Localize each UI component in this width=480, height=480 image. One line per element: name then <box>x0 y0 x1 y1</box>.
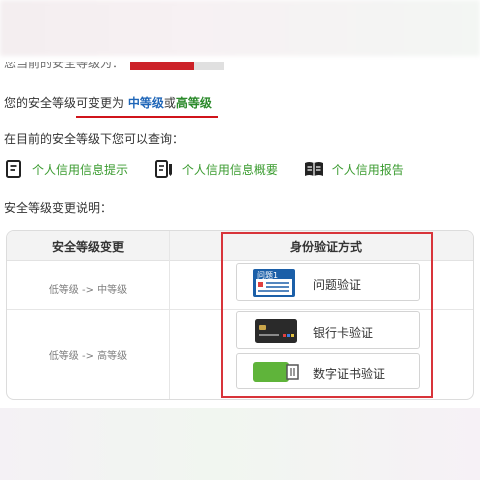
security-change-sentence: 您的安全等级可变更为 中等级或高等级 <box>4 94 212 111</box>
link-credit-tip-label: 个人信用信息提示 <box>32 162 129 177</box>
link-credit-report-label: 个人信用报告 <box>331 162 404 177</box>
current-level-row: 您当前的安全等级为： <box>4 62 304 76</box>
link-credit-summary[interactable]: 个人信用信息概要 <box>154 160 278 178</box>
question-verify-button[interactable]: 问题1 问题验证 <box>236 263 420 301</box>
document-icon <box>6 160 21 178</box>
digital-cert-verify-button[interactable]: 数字证书验证 <box>236 353 420 389</box>
query-links: 个人信用信息提示 个人信用信息概要 个人信用报告 <box>4 160 426 181</box>
question-card-icon: 问题1 <box>253 269 295 297</box>
current-level-bar <box>130 62 224 70</box>
bank-card-verify-button[interactable]: 银行卡验证 <box>236 311 420 349</box>
link-credit-tip[interactable]: 个人信用信息提示 <box>4 160 128 178</box>
header-level-change: 安全等级变更 <box>51 240 124 254</box>
link-credit-summary-label: 个人信用信息概要 <box>181 162 278 177</box>
question-verify-label: 问题验证 <box>313 278 362 292</box>
level-connector: 或 <box>163 96 176 110</box>
change-note-title: 安全等级变更说明： <box>4 201 113 215</box>
usb-key-icon <box>253 362 299 382</box>
table-row-low-to-high: 低等级 -> 高等级 <box>48 351 128 362</box>
query-intro: 在目前的安全等级下您可以查询： <box>4 132 185 146</box>
document-pen-icon <box>154 160 172 178</box>
blurred-footer <box>0 408 480 480</box>
current-level-label: 您当前的安全等级为： <box>4 62 125 70</box>
level-high: 高等级 <box>175 96 212 110</box>
bank-card-verify-label: 银行卡验证 <box>313 326 374 340</box>
blurred-header <box>0 0 480 56</box>
red-underline <box>76 116 218 118</box>
change-highlight: 可变更为 <box>76 96 125 110</box>
question-card-icon-text: 问题1 <box>257 271 278 280</box>
level-mid: 中等级 <box>127 96 164 110</box>
book-icon <box>304 162 323 176</box>
link-credit-report[interactable]: 个人信用报告 <box>304 160 404 178</box>
digital-cert-verify-label: 数字证书验证 <box>313 367 386 381</box>
table-row-low-to-mid: 低等级 -> 中等级 <box>48 285 128 296</box>
column-divider <box>169 231 170 399</box>
change-prefix: 您的安全等级 <box>4 96 77 110</box>
bank-card-icon <box>255 319 297 343</box>
